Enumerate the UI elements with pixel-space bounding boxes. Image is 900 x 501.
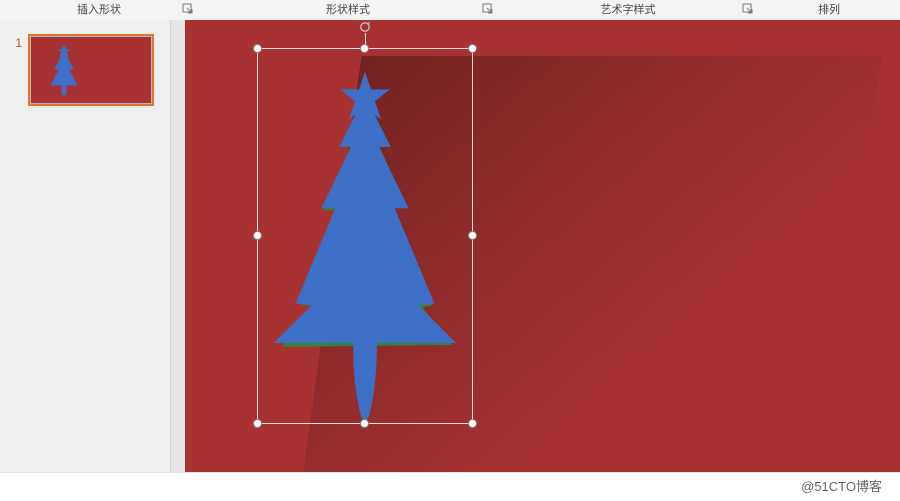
resize-handle-top-left[interactable] — [253, 44, 262, 53]
watermark: @51CTO博客 — [0, 472, 900, 500]
dialog-launcher-icon[interactable] — [742, 3, 754, 15]
shape-selection-frame[interactable] — [257, 48, 473, 424]
christmas-tree-icon — [44, 42, 84, 98]
ribbon-group-labels: 插入形状 形状样式 艺术字样式 排列 — [0, 0, 900, 21]
ribbon-group-label: 插入形状 — [77, 4, 121, 16]
slide-thumbnails-panel: 1 — [0, 20, 171, 472]
slide-canvas[interactable] — [171, 20, 900, 472]
resize-handle-top-middle[interactable] — [360, 44, 369, 53]
ribbon-group-label: 形状样式 — [326, 4, 370, 16]
dialog-launcher-icon[interactable] — [182, 3, 194, 15]
resize-handle-bottom-left[interactable] — [253, 419, 262, 428]
watermark-text: @51CTO博客 — [801, 479, 882, 494]
ribbon-group-label: 艺术字样式 — [601, 4, 656, 16]
workspace: 1 — [0, 20, 900, 472]
resize-handle-middle-right[interactable] — [468, 231, 477, 240]
slide-number: 1 — [8, 34, 22, 50]
ribbon-group-shape-styles: 形状样式 — [198, 0, 498, 20]
slide-background[interactable] — [185, 20, 900, 472]
resize-handle-middle-left[interactable] — [253, 231, 262, 240]
resize-handle-top-right[interactable] — [468, 44, 477, 53]
dialog-launcher-icon[interactable] — [482, 3, 494, 15]
ribbon-group-insert-shapes: 插入形状 — [0, 0, 198, 20]
slide-thumbnail-preview[interactable] — [28, 34, 154, 106]
slide-thumbnail[interactable]: 1 — [8, 34, 170, 106]
ribbon-group-wordart-styles: 艺术字样式 — [498, 0, 758, 20]
ribbon-group-arrange: 排列 — [758, 0, 900, 20]
resize-handle-bottom-middle[interactable] — [360, 419, 369, 428]
ribbon-group-label: 排列 — [818, 4, 840, 16]
rotate-handle-icon[interactable] — [359, 21, 371, 33]
resize-handle-bottom-right[interactable] — [468, 419, 477, 428]
christmas-tree-shape[interactable] — [258, 49, 472, 423]
